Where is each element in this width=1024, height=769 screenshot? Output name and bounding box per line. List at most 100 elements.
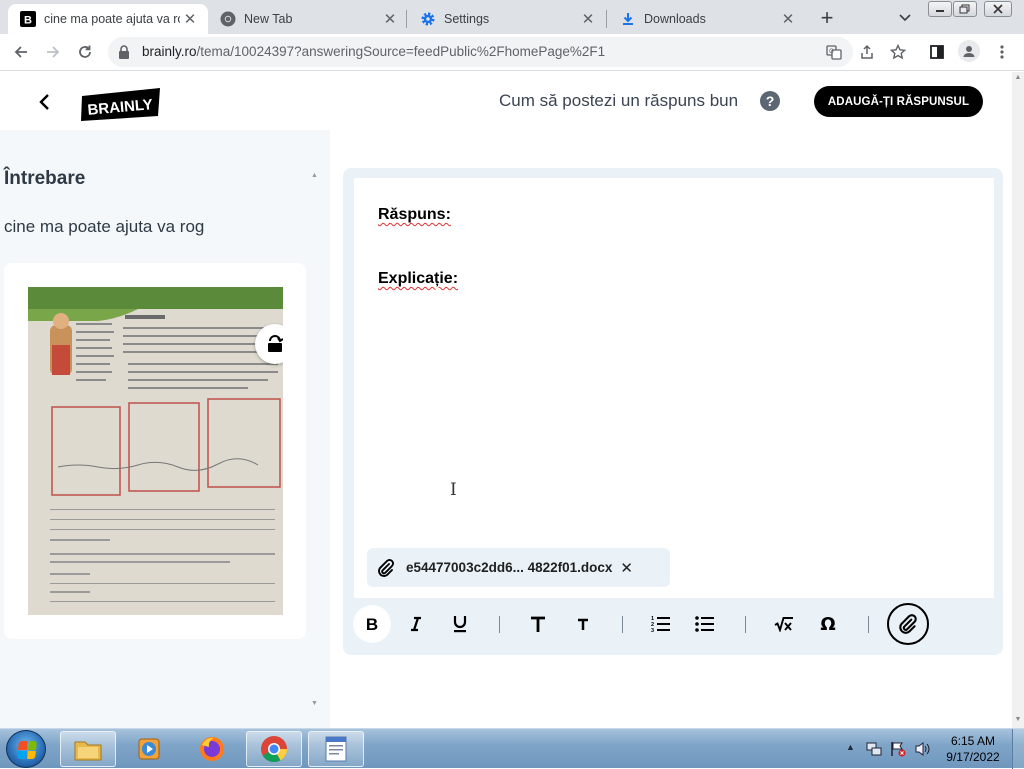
add-answer-button[interactable]: ADAUGĂ-ȚI RĂSPUNSUL <box>814 86 983 117</box>
toolbar-divider <box>868 616 869 633</box>
attached-file-name: e54477003c2dd6... 4822f01.docx <box>406 560 613 575</box>
action-center-flag-icon[interactable] <box>890 741 906 762</box>
chrome-icon <box>220 11 236 27</box>
help-question-icon[interactable]: ? <box>760 91 780 111</box>
answer-label: Răspuns: <box>378 206 451 223</box>
share-icon[interactable] <box>857 42 877 62</box>
start-button[interactable] <box>6 730 46 768</box>
paperclip-icon <box>375 557 397 579</box>
tab-search-dropdown-icon[interactable] <box>895 8 915 28</box>
browser-toolbar: brainly.ro/tema/10024397?answeringSource… <box>0 34 1024 71</box>
network-icon[interactable] <box>866 741 882 762</box>
close-tab-icon[interactable]: ✕ <box>778 9 798 29</box>
svg-text:3: 3 <box>651 628 654 633</box>
translate-icon[interactable]: G <box>824 42 844 62</box>
taskbar-firefox[interactable] <box>184 731 240 767</box>
taskbar-explorer[interactable] <box>60 731 116 767</box>
close-tab-icon[interactable]: ✕ <box>578 9 598 29</box>
more-menu-icon[interactable] <box>992 42 1012 62</box>
panel-scroll-up-arrow[interactable]: ▲ <box>311 172 318 179</box>
question-panel: Întrebare cine ma poate ajuta va rog ▲ ▼ <box>0 130 330 728</box>
profile-avatar-icon[interactable] <box>958 40 980 62</box>
settings-gear-icon <box>420 11 436 27</box>
formatting-toolbar: B 123 Ω <box>343 602 1003 652</box>
back-arrow-icon[interactable] <box>8 39 34 65</box>
attach-file-icon[interactable] <box>887 603 929 645</box>
question-attachment-card <box>4 263 306 639</box>
minimize-window-button[interactable] <box>928 1 952 17</box>
clock-time: 6:15 AM <box>950 734 996 748</box>
scroll-down-arrow[interactable]: ▼ <box>1014 716 1022 723</box>
tab-separator <box>606 10 607 28</box>
download-icon <box>620 11 636 27</box>
browser-tab-bar: B cine ma poate ajuta va rog ✕ New Tab ✕… <box>0 0 1024 34</box>
tab-title: New Tab <box>244 12 293 26</box>
page-scrollbar[interactable]: ▲ ▼ <box>1012 72 1024 728</box>
taskbar-media-player[interactable] <box>122 731 178 767</box>
taskbar-document[interactable] <box>308 731 364 767</box>
show-hidden-icons-arrow[interactable]: ▲ <box>846 742 855 752</box>
numbered-list-icon[interactable]: 123 <box>642 605 680 643</box>
tab-title: cine ma poate ajuta va rog <box>44 12 180 26</box>
brainly-logo[interactable]: BRAINLY <box>80 86 162 122</box>
italic-icon[interactable] <box>397 605 435 643</box>
tab-title: Downloads <box>644 12 706 26</box>
panel-scroll-down-arrow[interactable]: ▼ <box>311 700 318 707</box>
attached-file-chip: e54477003c2dd6... 4822f01.docx ✕ <box>367 548 670 587</box>
bulleted-list-icon[interactable] <box>686 605 724 643</box>
firefox-icon <box>200 737 224 761</box>
question-attachment-photo[interactable] <box>28 287 283 615</box>
windows-logo-icon <box>17 741 37 759</box>
brainly-answer-page: BRAINLY Cum să postezi un răspuns bun ? … <box>0 72 1012 728</box>
url-host: brainly.ro <box>142 44 197 59</box>
svg-text:B: B <box>24 15 32 27</box>
tab-settings[interactable]: Settings ✕ <box>408 4 606 34</box>
side-panel-icon[interactable] <box>927 42 947 62</box>
tab-title: Settings <box>444 12 490 26</box>
taskbar-chrome[interactable] <box>246 731 302 767</box>
new-tab-button[interactable]: + <box>815 5 839 30</box>
bold-icon[interactable]: B <box>353 605 391 643</box>
show-desktop-button[interactable] <box>1012 729 1024 769</box>
math-formula-icon[interactable] <box>765 605 803 643</box>
howto-answer-link[interactable]: Cum să postezi un răspuns bun <box>499 91 738 111</box>
close-window-button[interactable] <box>984 1 1012 17</box>
heading-small-icon[interactable] <box>564 605 602 643</box>
document-icon <box>325 736 347 762</box>
svg-text:B: B <box>366 616 378 632</box>
system-clock[interactable]: 6:15 AM 9/17/2022 <box>942 733 1004 765</box>
url-path: /tema/10024397?answeringSource=feedPubli… <box>196 44 606 59</box>
media-player-icon <box>138 738 160 760</box>
underline-icon[interactable] <box>441 605 479 643</box>
text-cursor: I <box>450 480 457 500</box>
svg-text:Ω: Ω <box>820 616 835 632</box>
answer-editor[interactable]: Răspuns: Explicație: I e54477003c2dd6...… <box>354 178 994 598</box>
special-symbol-omega-icon[interactable]: Ω <box>809 605 847 643</box>
tab-separator <box>406 10 407 28</box>
close-tab-icon[interactable]: ✕ <box>180 9 200 29</box>
toolbar-divider <box>622 616 623 633</box>
lock-icon[interactable] <box>118 45 130 64</box>
volume-icon[interactable] <box>914 741 932 762</box>
back-chevron-icon[interactable] <box>32 90 56 114</box>
explanation-label: Explicație: <box>378 270 459 287</box>
tab-new-tab[interactable]: New Tab ✕ <box>208 4 408 34</box>
tab-downloads[interactable]: Downloads ✕ <box>608 4 806 34</box>
remove-attachment-icon[interactable]: ✕ <box>620 559 633 577</box>
forward-arrow-icon[interactable] <box>40 39 66 65</box>
chrome-icon <box>261 736 288 763</box>
address-bar[interactable]: brainly.ro/tema/10024397?answeringSource… <box>108 37 853 67</box>
svg-text:G: G <box>829 49 834 55</box>
heading-large-icon[interactable] <box>519 605 557 643</box>
scroll-up-arrow[interactable]: ▲ <box>1014 74 1022 81</box>
restore-window-button[interactable] <box>953 1 977 17</box>
reload-icon[interactable] <box>72 39 98 65</box>
tab-brainly-question[interactable]: B cine ma poate ajuta va rog ✕ <box>8 4 208 34</box>
question-text: cine ma poate ajuta va rog <box>4 217 205 236</box>
windows-taskbar: ▲ 6:15 AM 9/17/2022 <box>0 728 1024 769</box>
close-tab-icon[interactable]: ✕ <box>380 9 400 29</box>
bookmark-star-icon[interactable] <box>888 42 908 62</box>
toolbar-divider <box>745 616 746 633</box>
toolbar-divider <box>499 616 500 633</box>
clock-date: 9/17/2022 <box>946 750 1000 764</box>
